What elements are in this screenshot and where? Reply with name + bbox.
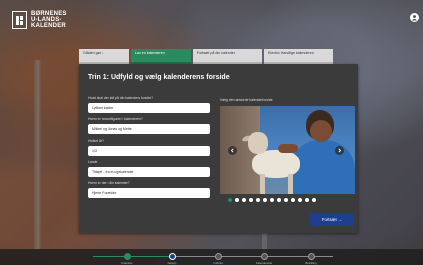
front-text-input[interactable]: Lykken kalder: [88, 103, 210, 113]
progress-step-label: Kalender: [121, 261, 133, 265]
carousel-dot[interactable]: [305, 198, 309, 202]
progress-step[interactable]: [214, 253, 222, 260]
photo-sheep-leg: [288, 174, 293, 194]
country-input[interactable]: Tilføjet - fra et ugekalender: [88, 167, 210, 177]
carousel-dot[interactable]: [228, 198, 232, 202]
progress-track-done: [93, 256, 173, 257]
progress-step-label: Design: [167, 261, 177, 265]
photo-sheep-head: [248, 132, 268, 154]
brand-logo[interactable]: BØRNENES U-LANDS- KALENDER: [12, 11, 67, 29]
next-button[interactable]: Fortsæt →: [310, 213, 354, 226]
background-pole: [34, 60, 42, 250]
tab-continue-label: Fortsæt på din kalender: [197, 51, 235, 55]
carousel-dot[interactable]: [270, 198, 274, 202]
tab-electric-label: Electric Handlige kalenderen: [268, 51, 314, 55]
progress-step-label: Indhold: [213, 261, 223, 265]
chevron-right-icon: [338, 148, 342, 153]
app-root: BØRNENES U-LANDS- KALENDER Gläden gør ↓ …: [0, 0, 423, 265]
tab-intro[interactable]: Gläden gør ↓: [79, 49, 129, 64]
progress-step-label: Kalenderside: [255, 261, 273, 265]
progress-step[interactable]: [123, 253, 131, 260]
carousel-dot[interactable]: [284, 198, 288, 202]
progress-step[interactable]: [168, 253, 176, 260]
chevron-left-icon: [230, 148, 234, 153]
photo-boy-face: [310, 120, 332, 142]
panel-title: Trin 1: Udfyld og vælg kalenderens forsi…: [88, 74, 230, 81]
carousel-prev-button[interactable]: [228, 146, 237, 155]
tab-create-label: Lav en kalenderen: [135, 51, 165, 55]
main-character-input[interactable]: Mikkel og Jonas og Mette: [88, 124, 210, 134]
year-input[interactable]: 1/3: [88, 146, 210, 156]
progress-step[interactable]: [307, 253, 315, 260]
user-account-icon[interactable]: [410, 13, 419, 22]
carousel-next-button[interactable]: [335, 146, 344, 155]
carousel-dot[interactable]: [291, 198, 295, 202]
image-picker-label: Vælg den ønskede kalenderforside: [220, 98, 273, 102]
carousel-dot[interactable]: [249, 198, 253, 202]
progress-step-label: Bestilling: [305, 261, 317, 265]
carousel-dot[interactable]: [256, 198, 260, 202]
carousel-dot[interactable]: [312, 198, 316, 202]
progress-bar: [0, 249, 423, 265]
tab-create[interactable]: Lav en kalenderen: [131, 49, 191, 64]
carousel-dot[interactable]: [263, 198, 267, 202]
field-label-people: Hvem er der i din kalender?: [88, 181, 130, 185]
wizard-tabs: Gläden gør ↓ Lav en kalenderen Fortsæt p…: [79, 49, 335, 64]
field-label-main-character: Hvem er hovedfiguren i kalenderen?: [88, 117, 143, 121]
carousel-dot[interactable]: [277, 198, 281, 202]
progress-step[interactable]: [260, 253, 268, 260]
tab-intro-label: Gläden gør ↓: [83, 51, 104, 55]
field-label-front-text: Hvad skal der stå på din kalenders forsi…: [88, 96, 154, 100]
carousel-dot[interactable]: [235, 198, 239, 202]
people-input[interactable]: Hjerte Forældre: [88, 188, 210, 198]
carousel-dot[interactable]: [242, 198, 246, 202]
carousel-dot[interactable]: [298, 198, 302, 202]
field-label-year: Hvilket år?: [88, 139, 105, 143]
tab-continue[interactable]: Fortsæt på din kalender: [193, 49, 262, 64]
tab-electric[interactable]: Electric Handlige kalenderen: [264, 49, 333, 64]
field-label-country: Lande: [88, 160, 98, 164]
logo-emblem-icon: [12, 11, 27, 29]
carousel-dots: [228, 198, 319, 202]
brand-line-3: KALENDER: [31, 23, 66, 29]
photo-hand: [278, 144, 298, 153]
photo-sheep-leg: [260, 174, 265, 194]
